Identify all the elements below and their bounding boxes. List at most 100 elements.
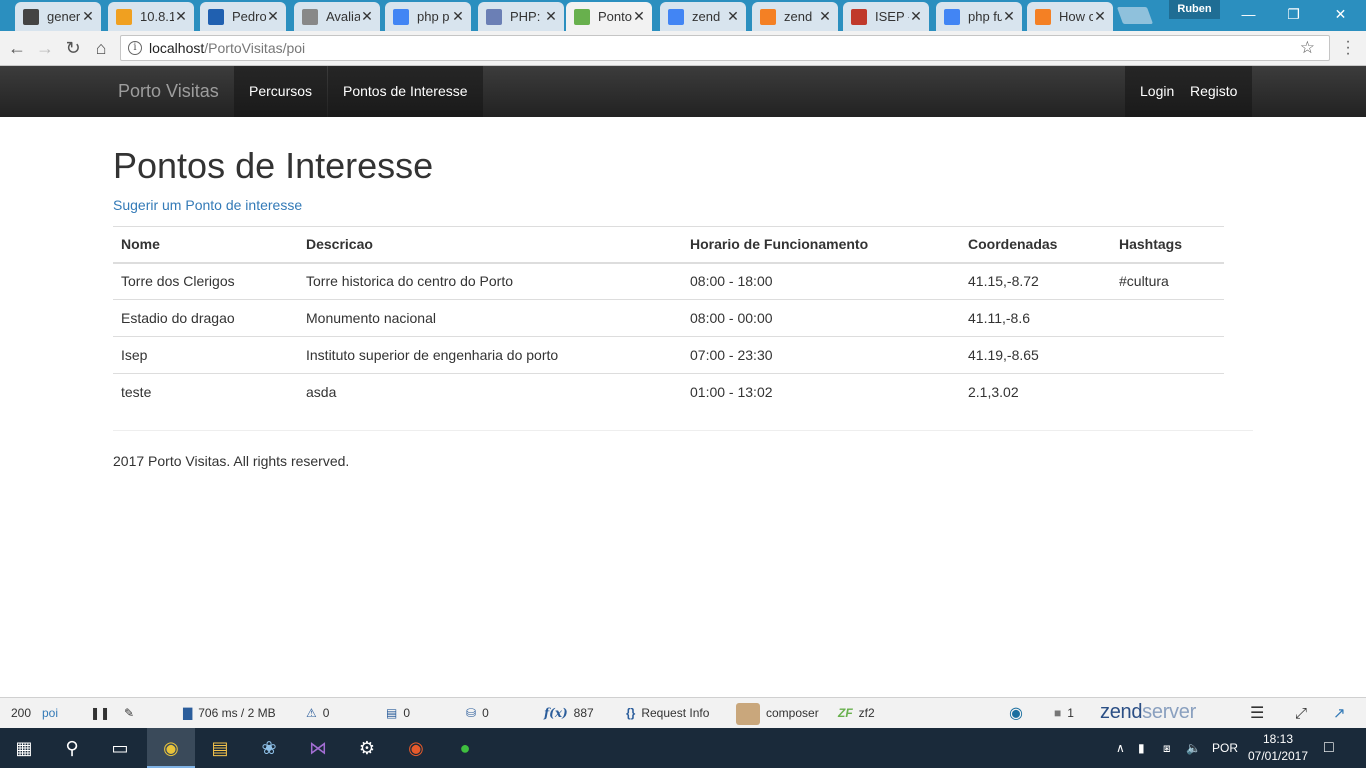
- cell-horario: 08:00 - 18:00: [690, 273, 773, 290]
- tab-title: zend: [692, 9, 721, 24]
- browser-menu-icon[interactable]: · · ·: [1343, 34, 1353, 62]
- browser-tab[interactable]: How c ✕: [1027, 2, 1113, 31]
- logo-zend-text: zend: [1100, 701, 1143, 723]
- clock[interactable]: 18:13 07/01/2017: [1240, 731, 1316, 765]
- settings-gear-icon[interactable]: ⚙: [343, 728, 391, 768]
- close-tab-icon[interactable]: ✕: [1093, 8, 1107, 25]
- search-icon[interactable]: ⚲: [48, 728, 96, 768]
- back-icon[interactable]: ←: [6, 37, 28, 59]
- isep-icon: [851, 8, 867, 25]
- browser-tab[interactable]: 10.8.1 ✕: [108, 2, 194, 31]
- braces-icon: {}: [626, 706, 636, 720]
- close-tab-icon[interactable]: ✕: [632, 8, 646, 25]
- db-count: 0: [482, 706, 489, 720]
- network-app-icon[interactable]: ❀: [245, 728, 293, 768]
- site-info-icon[interactable]: i: [128, 41, 142, 55]
- browser-tab[interactable]: php p ✕: [385, 2, 471, 31]
- browser-tab[interactable]: php fu ✕: [936, 2, 1022, 31]
- nav-login[interactable]: Login: [1125, 66, 1179, 117]
- battery-icon[interactable]: ▮: [1138, 728, 1145, 768]
- bug-icon[interactable]: ◉: [1009, 698, 1023, 729]
- visual-studio-icon[interactable]: ⋈: [294, 728, 342, 768]
- tray-chevron-icon[interactable]: ∧: [1116, 728, 1125, 768]
- restore-icon[interactable]: ❐: [1271, 0, 1316, 29]
- home-icon[interactable]: ⌂: [90, 37, 112, 59]
- tab-title: PHP: d: [510, 9, 544, 24]
- document-icon: [302, 8, 318, 25]
- chat-app-icon[interactable]: ●: [441, 728, 489, 768]
- footer-text: 2017 Porto Visitas. All rights reserved.: [113, 453, 350, 469]
- browser-tab[interactable]: Pedro ✕: [200, 2, 286, 31]
- close-tab-icon[interactable]: ✕: [266, 8, 280, 25]
- windows-taskbar: ▦ ⚲ ▭ ◉ ▤ ❀ ⋈ ⚙ ◉ ● ∧ ▮ ⧆ 🔈 POR 18:13 07…: [0, 728, 1366, 768]
- browser-tab[interactable]: Avalia ✕: [294, 2, 380, 31]
- pause-icon[interactable]: ❚❚: [90, 698, 110, 729]
- browser-tab[interactable]: zend ✕: [660, 2, 746, 31]
- url-path: /PortoVisitas/poi: [204, 40, 306, 56]
- composer-label: composer: [766, 706, 819, 720]
- bookmark-star-icon[interactable]: ☆: [1300, 36, 1315, 60]
- clock-date: 07/01/2017: [1247, 749, 1309, 763]
- cell-hashtags: [1111, 336, 1224, 374]
- site-brand[interactable]: Porto Visitas: [118, 81, 219, 102]
- file-explorer-icon[interactable]: ▤: [196, 728, 244, 768]
- functions-item[interactable]: f(x) 887: [544, 698, 594, 729]
- close-tab-icon[interactable]: ✕: [726, 8, 740, 25]
- nav-registo[interactable]: Registo: [1175, 66, 1253, 117]
- profile-button[interactable]: Ruben: [1169, 0, 1220, 19]
- close-tab-icon[interactable]: ✕: [174, 8, 188, 25]
- close-tab-icon[interactable]: ✕: [909, 8, 923, 25]
- messages-item[interactable]: ■ 1: [1054, 698, 1074, 729]
- route-name[interactable]: poi: [42, 698, 58, 729]
- address-bar[interactable]: i localhost/PortoVisitas/poi ☆: [120, 35, 1330, 61]
- reload-icon[interactable]: ↻: [62, 37, 84, 59]
- logs-item[interactable]: ▤ 0: [386, 698, 410, 729]
- pencil-icon[interactable]: ✎: [124, 698, 134, 729]
- browser-tab[interactable]: PHP: d✕: [478, 2, 564, 31]
- volume-icon[interactable]: 🔈: [1186, 728, 1201, 768]
- chrome-icon[interactable]: ◉: [147, 728, 195, 768]
- request-info-item[interactable]: {} Request Info: [626, 698, 709, 729]
- status-code[interactable]: 200: [11, 698, 31, 729]
- forward-icon[interactable]: →: [34, 37, 56, 59]
- column-header-hashtags: Hashtags: [1119, 236, 1183, 253]
- git-app-icon[interactable]: ◉: [392, 728, 440, 768]
- new-tab-button[interactable]: [1116, 7, 1154, 24]
- wifi-icon[interactable]: ⧆: [1163, 728, 1171, 768]
- warnings-item[interactable]: ⚠ 0: [306, 698, 329, 729]
- close-tab-icon[interactable]: ✕: [544, 8, 558, 25]
- database-item[interactable]: ⛁ 0: [466, 698, 489, 729]
- close-tab-icon[interactable]: ✕: [451, 8, 465, 25]
- language-indicator[interactable]: POR: [1212, 728, 1238, 768]
- close-window-icon[interactable]: ✕: [1318, 0, 1363, 29]
- browser-tab[interactable]: ISEP - ✕: [843, 2, 929, 31]
- minimize-icon[interactable]: —: [1226, 0, 1271, 29]
- notifications-icon[interactable]: □: [1324, 728, 1334, 768]
- timing-item[interactable]: ▇ 706 ms / 2 MB: [183, 698, 276, 729]
- menu-icon[interactable]: ☰: [1250, 698, 1264, 729]
- warning-icon: ⚠: [306, 706, 317, 720]
- collapse-icon[interactable]: ⤢: [1295, 698, 1307, 729]
- column-header-nome: Nome: [121, 236, 160, 253]
- nav-pontos-de-interesse[interactable]: Pontos de Interesse: [328, 66, 483, 117]
- tab-title: Pedro: [232, 9, 266, 24]
- suggest-poi-link[interactable]: Sugerir um Ponto de interesse: [113, 195, 1253, 215]
- zend-server-logo: zendserver: [1100, 701, 1196, 724]
- windows-start-icon[interactable]: ▦: [0, 728, 48, 768]
- external-link-icon[interactable]: ↗: [1333, 698, 1346, 729]
- close-tab-icon[interactable]: ✕: [360, 8, 374, 25]
- browser-tab[interactable]: zend ✕: [752, 2, 838, 31]
- cell-hashtags: [1111, 373, 1224, 411]
- browser-tab[interactable]: gener ✕: [15, 2, 101, 31]
- zf2-label: zf2: [858, 706, 875, 720]
- browser-tab[interactable]: Ponto ✕: [566, 2, 652, 31]
- zf2-item[interactable]: ZF zf2: [838, 698, 875, 729]
- tab-title: Ponto: [598, 9, 632, 24]
- close-tab-icon[interactable]: ✕: [81, 8, 95, 25]
- composer-item[interactable]: composer: [736, 698, 819, 729]
- close-tab-icon[interactable]: ✕: [1002, 8, 1016, 25]
- nav-percursos[interactable]: Percursos: [234, 66, 328, 117]
- task-view-icon[interactable]: ▭: [96, 728, 144, 768]
- close-tab-icon[interactable]: ✕: [818, 8, 832, 25]
- composer-icon: [736, 702, 760, 725]
